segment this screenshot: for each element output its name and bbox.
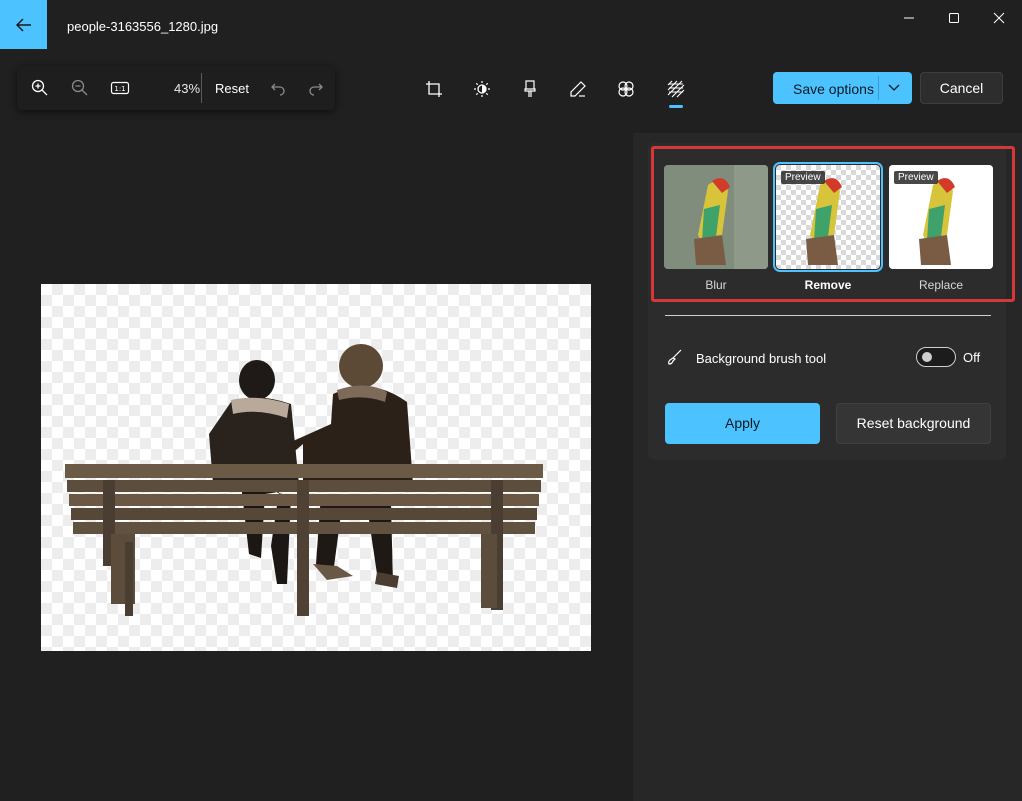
brightness-icon bbox=[474, 81, 490, 97]
maximize-icon bbox=[949, 13, 959, 23]
brush-icon bbox=[668, 349, 682, 365]
toggle-state-label: Off bbox=[963, 350, 981, 365]
save-options-button[interactable]: Save options bbox=[773, 72, 912, 104]
redo-button[interactable] bbox=[302, 74, 330, 102]
retouch-icon bbox=[618, 81, 634, 97]
toolbar-divider bbox=[201, 73, 202, 103]
back-button[interactable] bbox=[0, 0, 47, 49]
actual-size-label: 1:1 bbox=[114, 85, 125, 93]
background-brush-label: Background brush tool bbox=[696, 351, 827, 366]
crop-icon bbox=[426, 81, 442, 97]
crop-tool-button[interactable] bbox=[421, 76, 447, 102]
zoom-out-button[interactable] bbox=[66, 74, 94, 102]
adjustment-tool-button[interactable] bbox=[469, 76, 495, 102]
redo-icon bbox=[309, 83, 323, 96]
file-name: people-3163556_1280.jpg bbox=[67, 19, 219, 34]
save-options-label: Save options bbox=[793, 81, 874, 97]
minimize-button[interactable] bbox=[886, 6, 932, 30]
zoom-toolbar: 1:1 43% Reset bbox=[17, 66, 335, 110]
reset-background-button[interactable]: Reset background bbox=[836, 403, 991, 444]
apply-button[interactable]: Apply bbox=[665, 403, 820, 444]
retouch-tool-button[interactable] bbox=[613, 76, 639, 102]
actual-size-button[interactable]: 1:1 bbox=[106, 74, 134, 102]
toggle-knob bbox=[922, 352, 932, 362]
filter-icon bbox=[524, 80, 536, 97]
cancel-button[interactable]: Cancel bbox=[920, 72, 1003, 104]
zoom-out-icon bbox=[71, 79, 88, 96]
background-tool-button[interactable] bbox=[663, 76, 689, 102]
close-button[interactable] bbox=[976, 6, 1022, 30]
chevron-down-icon[interactable] bbox=[887, 80, 901, 94]
active-tool-indicator bbox=[669, 105, 683, 108]
edited-photo bbox=[65, 344, 543, 616]
title-bar: people-3163556_1280.jpg bbox=[0, 0, 1022, 50]
markup-tool-button[interactable] bbox=[565, 76, 591, 102]
zoom-in-button[interactable] bbox=[26, 74, 54, 102]
close-icon bbox=[993, 12, 1005, 24]
minimize-icon bbox=[904, 17, 914, 19]
undo-icon bbox=[271, 83, 285, 96]
filter-tool-button[interactable] bbox=[517, 76, 543, 102]
actual-size-icon: 1:1 bbox=[110, 81, 130, 95]
reset-zoom-button[interactable]: Reset bbox=[215, 81, 249, 96]
options-highlight-frame bbox=[651, 146, 1015, 302]
background-blur-icon bbox=[667, 80, 685, 98]
image-canvas[interactable] bbox=[41, 284, 591, 651]
panel-divider bbox=[665, 315, 991, 316]
brush-tool-toggle[interactable] bbox=[916, 347, 956, 367]
maximize-button[interactable] bbox=[931, 6, 977, 30]
zoom-in-icon bbox=[31, 79, 48, 96]
undo-button[interactable] bbox=[264, 74, 292, 102]
pen-icon bbox=[570, 81, 586, 97]
back-arrow-icon bbox=[15, 17, 31, 32]
save-split-divider bbox=[878, 76, 879, 100]
